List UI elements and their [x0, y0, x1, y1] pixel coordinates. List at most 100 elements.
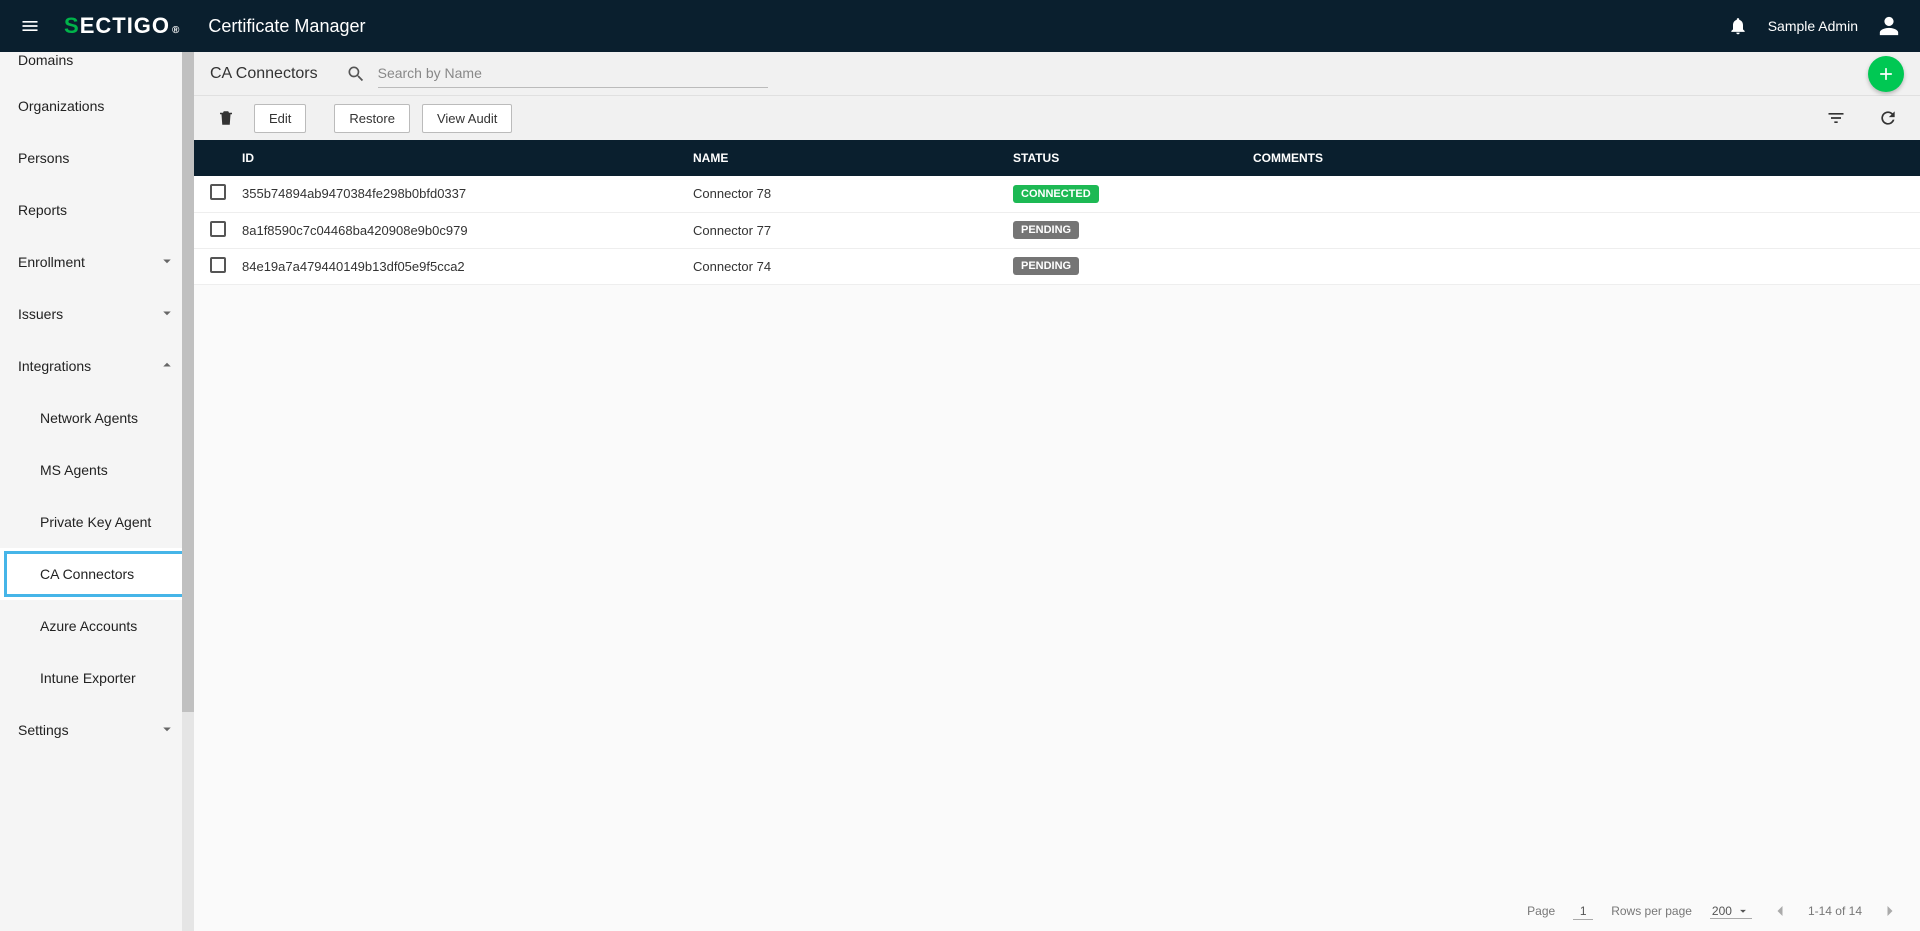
cell-name: Connector 77: [692, 212, 1012, 248]
sidebar-item-domains[interactable]: Domains: [0, 52, 194, 80]
cell-id: 355b74894ab9470384fe298b0bfd0337: [242, 176, 692, 212]
sidebar-item-label: Persons: [18, 150, 176, 166]
restore-button[interactable]: Restore: [334, 104, 410, 133]
sidebar-item-label: Enrollment: [18, 254, 158, 270]
brand-logo: SECTIGO®: [64, 13, 180, 39]
sidebar-subitem-azure-accounts[interactable]: Azure Accounts: [0, 600, 194, 652]
main-content: CA Connectors Edit Restore View Audit: [194, 52, 1920, 931]
sidebar-item-label: Organizations: [18, 98, 176, 114]
user-menu-button[interactable]: [1878, 15, 1900, 37]
sidebar-item-label: Azure Accounts: [40, 618, 137, 634]
page-title: CA Connectors: [210, 65, 318, 83]
cell-comments: [1252, 212, 1920, 248]
rows-per-page-select[interactable]: 200: [1710, 904, 1752, 919]
notifications-button[interactable]: [1728, 16, 1748, 36]
sidebar-item-label: Private Key Agent: [40, 514, 151, 530]
row-checkbox[interactable]: [210, 257, 226, 273]
col-header-comments[interactable]: COMMENTS: [1252, 140, 1920, 176]
col-header-id[interactable]: ID: [242, 140, 692, 176]
cell-comments: [1252, 248, 1920, 284]
logo-registered: ®: [172, 25, 180, 36]
sidebar-item-reports[interactable]: Reports: [0, 184, 194, 236]
action-toolbar: Edit Restore View Audit: [194, 96, 1920, 140]
connectors-table: ID NAME STATUS COMMENTS 355b74894ab94703…: [194, 140, 1920, 285]
sidebar-subitem-private-key-agent[interactable]: Private Key Agent: [0, 496, 194, 548]
cell-id: 8a1f8590c7c04468ba420908e9b0c979: [242, 212, 692, 248]
chevron-right-icon: [1880, 901, 1900, 921]
col-header-status[interactable]: STATUS: [1012, 140, 1252, 176]
chevron-left-icon: [1770, 901, 1790, 921]
cell-id: 84e19a7a479440149b13df05e9f5cca2: [242, 248, 692, 284]
filter-icon: [1826, 108, 1846, 128]
search-icon: [346, 64, 366, 84]
page-input[interactable]: [1573, 903, 1593, 920]
status-badge: PENDING: [1013, 221, 1079, 239]
chevron-down-icon: [158, 252, 176, 273]
cell-name: Connector 78: [692, 176, 1012, 212]
add-button[interactable]: [1868, 56, 1904, 92]
person-icon: [1878, 15, 1900, 37]
logo-mark: S: [64, 13, 80, 39]
rows-per-page-label: Rows per page: [1611, 904, 1692, 918]
sidebar-item-label: MS Agents: [40, 462, 108, 478]
sidebar-item-persons[interactable]: Persons: [0, 132, 194, 184]
sidebar-subitem-intune-exporter[interactable]: Intune Exporter: [0, 652, 194, 704]
chevron-down-icon: [158, 720, 176, 741]
col-header-name[interactable]: NAME: [692, 140, 1012, 176]
page-toolbar: CA Connectors: [194, 52, 1920, 96]
refresh-icon: [1878, 108, 1898, 128]
edit-button[interactable]: Edit: [254, 104, 306, 133]
sidebar-item-enrollment[interactable]: Enrollment: [0, 236, 194, 288]
status-badge: CONNECTED: [1013, 185, 1099, 203]
cell-name: Connector 74: [692, 248, 1012, 284]
view-audit-button[interactable]: View Audit: [422, 104, 512, 133]
logo-text: ECTIGO: [80, 13, 170, 39]
sidebar-subitem-ca-connectors[interactable]: CA Connectors: [0, 548, 194, 600]
sidebar-subitem-ms-agents[interactable]: MS Agents: [0, 444, 194, 496]
dropdown-icon: [1736, 904, 1750, 918]
hamburger-icon: [20, 16, 40, 36]
sidebar-item-label: CA Connectors: [40, 566, 134, 582]
trash-icon: [217, 109, 235, 127]
search-input[interactable]: [378, 59, 768, 88]
sidebar-item-label: Domains: [18, 52, 176, 68]
delete-button[interactable]: [210, 102, 242, 134]
plus-icon: [1876, 64, 1896, 84]
row-checkbox[interactable]: [210, 221, 226, 237]
cell-comments: [1252, 176, 1920, 212]
sidebar-item-label: Settings: [18, 722, 158, 738]
chevron-up-icon: [158, 356, 176, 377]
sidebar-item-organizations[interactable]: Organizations: [0, 80, 194, 132]
sidebar-item-label: Network Agents: [40, 410, 138, 426]
bell-icon: [1728, 16, 1748, 36]
filter-button[interactable]: [1820, 102, 1852, 134]
sidebar-scrollbar-thumb[interactable]: [182, 52, 194, 712]
table-row[interactable]: 84e19a7a479440149b13df05e9f5cca2Connecto…: [194, 248, 1920, 284]
sidebar-item-settings[interactable]: Settings: [0, 704, 194, 756]
row-checkbox[interactable]: [210, 184, 226, 200]
sidebar-item-integrations[interactable]: Integrations: [0, 340, 194, 392]
sidebar-subitem-network-agents[interactable]: Network Agents: [0, 392, 194, 444]
sidebar-nav: Domains Organizations Persons Reports En…: [0, 52, 194, 931]
app-header: SECTIGO® Certificate Manager Sample Admi…: [0, 0, 1920, 52]
table-row[interactable]: 355b74894ab9470384fe298b0bfd0337Connecto…: [194, 176, 1920, 212]
hamburger-menu-button[interactable]: [20, 16, 40, 36]
pagination-bar: Page Rows per page 200 1-14 of 14: [194, 891, 1920, 931]
table-row[interactable]: 8a1f8590c7c04468ba420908e9b0c979Connecto…: [194, 212, 1920, 248]
rows-per-page-value: 200: [1712, 904, 1732, 918]
sidebar-item-issuers[interactable]: Issuers: [0, 288, 194, 340]
status-badge: PENDING: [1013, 257, 1079, 275]
refresh-button[interactable]: [1872, 102, 1904, 134]
table-header-row: ID NAME STATUS COMMENTS: [194, 140, 1920, 176]
page-range-label: 1-14 of 14: [1808, 904, 1862, 918]
current-user-label: Sample Admin: [1768, 18, 1858, 34]
chevron-down-icon: [158, 304, 176, 325]
sidebar-item-label: Issuers: [18, 306, 158, 322]
sidebar-item-label: Reports: [18, 202, 176, 218]
next-page-button[interactable]: [1880, 901, 1900, 921]
sidebar-item-label: Intune Exporter: [40, 670, 136, 686]
app-title: Certificate Manager: [208, 16, 365, 37]
sidebar-item-label: Integrations: [18, 358, 158, 374]
prev-page-button[interactable]: [1770, 901, 1790, 921]
sidebar-scrollbar-track[interactable]: [182, 52, 194, 931]
